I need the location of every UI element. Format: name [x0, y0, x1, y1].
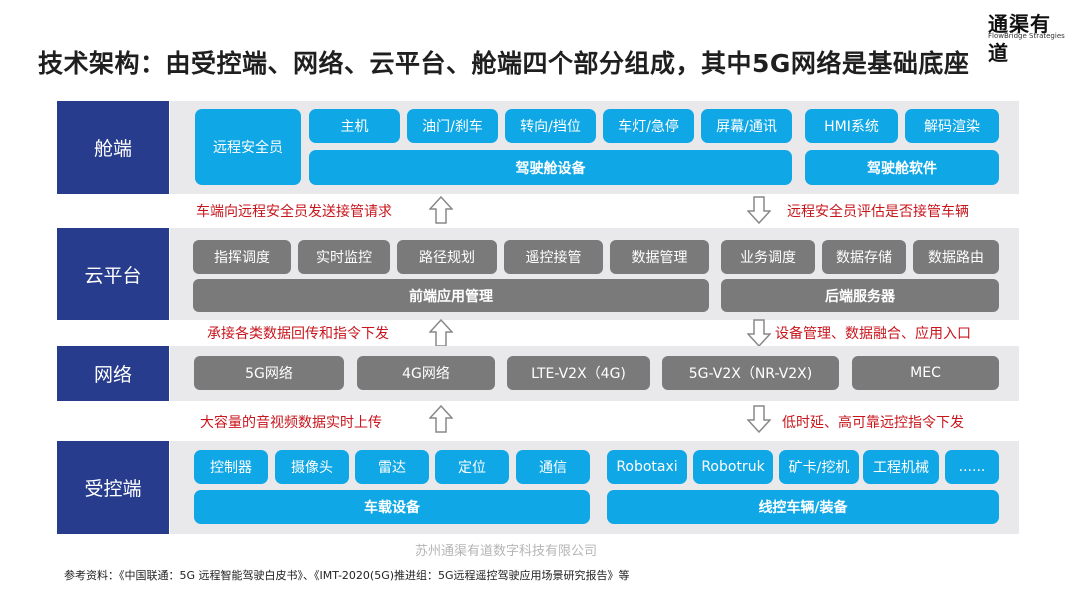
down-arrow-icon: [747, 405, 771, 433]
onboard-camera: 摄像头: [275, 450, 349, 484]
company-watermark: 苏州通渠有道数字科技有限公司: [415, 544, 598, 559]
cloud-front-group: 前端应用管理: [193, 279, 709, 312]
network-4g: 4G网络: [357, 356, 495, 390]
network-5g: 5G网络: [194, 356, 344, 390]
up-arrow-icon: [429, 196, 453, 224]
cloud-back-group: 后端服务器: [721, 279, 999, 312]
vehicle-robotaxi: Robotaxi: [607, 450, 687, 484]
up-arrow-icon: [429, 319, 453, 347]
cloud-row-label: 云平台: [57, 228, 169, 320]
cabin-device-screen: 屏幕/通讯: [701, 109, 792, 143]
cloud-front-route: 路径规划: [397, 240, 497, 274]
vehicles-group: 线控车辆/装备: [607, 490, 999, 524]
vehicle-engineering: 工程机械: [863, 450, 939, 484]
network-mec: MEC: [852, 356, 999, 390]
down-arrow-icon: [747, 196, 771, 224]
flow-net-ctrl-up-text: 大容量的音视频数据实时上传: [200, 415, 382, 431]
cloud-back-storage: 数据存储: [822, 240, 906, 274]
cabin-software-hmi: HMI系统: [805, 109, 898, 143]
cloud-back-routing: 数据路由: [913, 240, 999, 274]
flow-cabin-cloud-down-text: 远程安全员评估是否接管车辆: [787, 204, 969, 220]
onboard-positioning: 定位: [435, 450, 509, 484]
vehicle-more: ......: [945, 450, 999, 484]
vehicle-mining: 矿卡/挖机: [779, 450, 859, 484]
cloud-front-dispatch: 指挥调度: [193, 240, 291, 274]
network-5g-v2x: 5G-V2X（NR-V2X): [662, 356, 839, 390]
network-lte-v2x: LTE-V2X（4G): [507, 356, 650, 390]
cabin-device-lights: 车灯/急停: [603, 109, 694, 143]
cabin-software-decode: 解码渲染: [905, 109, 999, 143]
up-arrow-icon: [429, 405, 453, 433]
controlled-row-label: 受控端: [57, 441, 169, 534]
logo-subtext: FlowBridge Strategies: [988, 32, 1065, 40]
onboard-group: 车载设备: [194, 490, 590, 524]
cloud-front-monitor: 实时监控: [298, 240, 390, 274]
flow-cloud-net-up-text: 承接各类数据回传和指令下发: [207, 326, 389, 342]
cabin-software-group: 驾驶舱软件: [805, 150, 999, 185]
down-arrow-icon: [747, 319, 771, 347]
onboard-radar: 雷达: [355, 450, 429, 484]
cloud-front-data: 数据管理: [610, 240, 709, 274]
cloud-back-business: 业务调度: [721, 240, 815, 274]
operator-box: 远程安全员: [195, 109, 301, 185]
cabin-device-host: 主机: [309, 109, 400, 143]
flow-net-ctrl-down-text: 低时延、高可靠远控指令下发: [782, 415, 964, 431]
cloud-front-takeover: 遥控接管: [504, 240, 603, 274]
vehicle-robotruk: Robotruk: [693, 450, 773, 484]
page-title: 技术架构：由受控端、网络、云平台、舱端四个部分组成，其中5G网络是基础底座: [38, 49, 970, 78]
onboard-comm: 通信: [516, 450, 590, 484]
cabin-row-label: 舱端: [57, 101, 169, 194]
onboard-controller: 控制器: [194, 450, 268, 484]
cabin-devices-group: 驾驶舱设备: [309, 150, 792, 185]
cabin-device-throttle: 油门/刹车: [407, 109, 498, 143]
reference-note: 参考资料：《中国联通：5G 远程智能驾驶白皮书》、《IMT-2020(5G)推进…: [64, 569, 630, 582]
flow-cabin-cloud-up-text: 车端向远程安全员发送接管请求: [196, 204, 392, 220]
network-row-label: 网络: [57, 346, 169, 401]
cabin-device-steering: 转向/挡位: [505, 109, 596, 143]
flow-cloud-net-down-text: 设备管理、数据融合、应用入口: [775, 326, 971, 342]
